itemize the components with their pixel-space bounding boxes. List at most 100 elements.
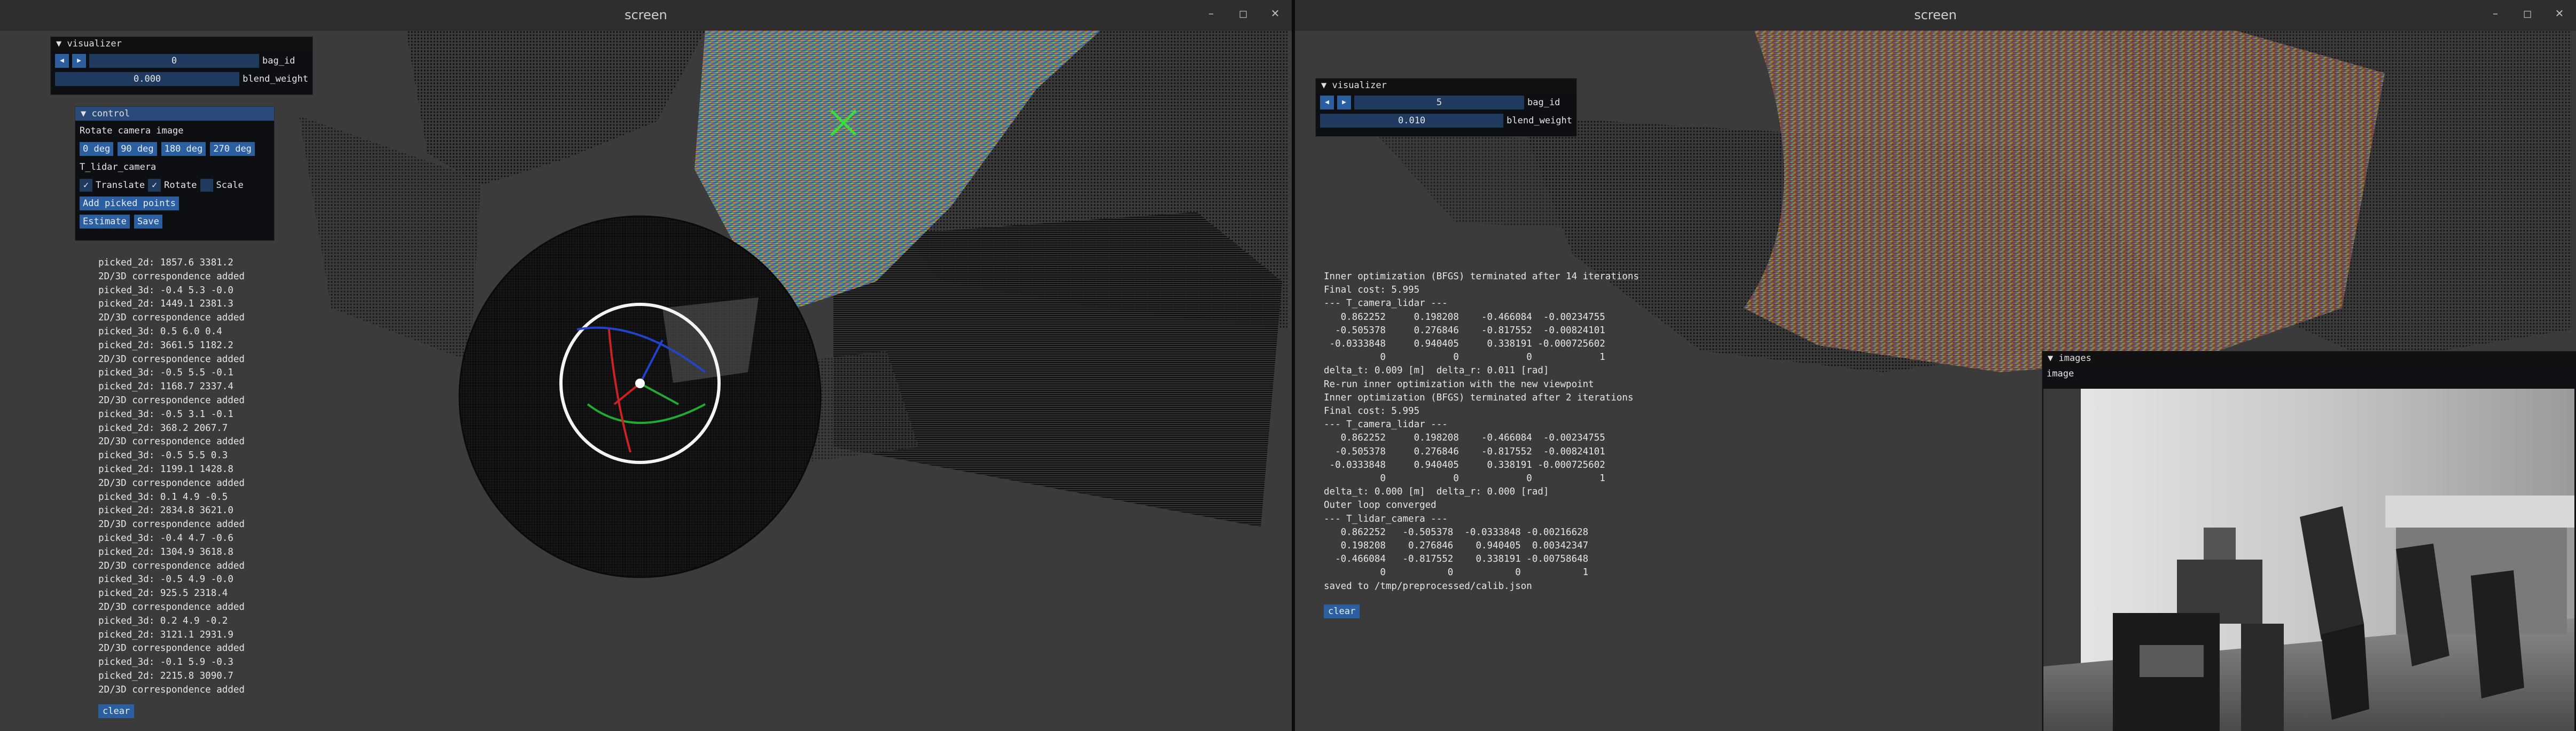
log-line: 0.198208 0.276846 0.940405 0.00342347 bbox=[1324, 540, 1589, 552]
log-line: picked_3d: -0.1 5.9 -0.3 bbox=[98, 657, 233, 668]
rotation-sphere-gizmo bbox=[458, 215, 822, 578]
log-line: 2D/3D correspondence added bbox=[98, 436, 245, 447]
scale-label: Scale bbox=[216, 180, 244, 191]
rotate-270-button[interactable]: 270 deg bbox=[210, 142, 255, 156]
log-line: --- T_camera_lidar --- bbox=[1324, 298, 1448, 309]
log-line: picked_2d: 1857.6 3381.2 bbox=[98, 257, 233, 268]
log-line: picked_3d: -0.5 3.1 -0.1 bbox=[98, 408, 233, 420]
log-line: 0.862252 -0.505378 -0.0333848 -0.0021662… bbox=[1324, 526, 1589, 538]
save-button[interactable]: Save bbox=[134, 215, 162, 229]
log-line: Inner optimization (BFGS) terminated aft… bbox=[1324, 392, 1634, 403]
log-line: picked_3d: -0.4 4.7 -0.6 bbox=[98, 532, 233, 544]
rotate-0-button[interactable]: 0 deg bbox=[80, 142, 114, 156]
window-title: screen bbox=[625, 7, 667, 22]
visualizer-panel: ▼ visualizer ◀ ▶ 0 bag_id 0.000 blend_we… bbox=[50, 36, 313, 95]
log-line: Final cost: 5.995 bbox=[1324, 285, 1420, 296]
log-line: picked_3d: 0.5 6.0 0.4 bbox=[98, 326, 222, 337]
close-button[interactable]: ✕ bbox=[1268, 5, 1282, 21]
right-clear-button[interactable]: clear bbox=[1324, 604, 1360, 618]
estimate-button[interactable]: Estimate bbox=[80, 215, 130, 229]
log-line: Final cost: 5.995 bbox=[1324, 406, 1420, 417]
log-line: 2D/3D correspondence added bbox=[98, 477, 245, 489]
bag-id-input[interactable]: 5 bbox=[1354, 96, 1524, 109]
images-panel: ▼ images image bbox=[2042, 351, 2576, 731]
log-line: -0.466084 -0.817552 0.338191 -0.00758648 bbox=[1324, 554, 1589, 565]
blend-weight-label: blend_weight bbox=[243, 74, 308, 84]
translate-label: Translate bbox=[96, 180, 145, 191]
bag-increment-button[interactable]: ▶ bbox=[72, 54, 86, 68]
log-line: picked_2d: 1199.1 1428.8 bbox=[98, 463, 233, 475]
log-line: picked_2d: 1449.1 2381.3 bbox=[98, 298, 233, 310]
rotate-90-button[interactable]: 90 deg bbox=[118, 142, 157, 156]
rotate-180-button[interactable]: 180 deg bbox=[161, 142, 206, 156]
log-line: 0 0 0 1 bbox=[1324, 473, 1605, 484]
log-line: -0.505378 0.276846 -0.817552 -0.00824101 bbox=[1324, 325, 1605, 336]
log-line: 2D/3D correspondence added bbox=[98, 353, 245, 365]
bag-decrement-button[interactable]: ◀ bbox=[55, 54, 69, 68]
right-title-bar[interactable]: screen – ◻ ✕ bbox=[1295, 0, 2576, 30]
minimize-button[interactable]: – bbox=[2488, 5, 2502, 21]
close-button[interactable]: ✕ bbox=[2552, 5, 2566, 21]
control-panel: ▼ control Rotate camera image 0 deg 90 d… bbox=[75, 106, 275, 241]
log-line: Outer loop converged bbox=[1324, 500, 1437, 511]
right-console-log: Inner optimization (BFGS) terminated aft… bbox=[1324, 270, 1639, 593]
log-line: 0.862252 0.198208 -0.466084 -0.00234755 bbox=[1324, 433, 1605, 444]
log-line: Inner optimization (BFGS) terminated aft… bbox=[1324, 271, 1640, 282]
minimize-button[interactable]: – bbox=[1204, 5, 1218, 21]
rotate-check-label: Rotate bbox=[164, 180, 197, 191]
log-line: picked_3d: -0.5 4.9 -0.0 bbox=[98, 574, 233, 585]
left-clear-button[interactable]: clear bbox=[98, 704, 135, 718]
visualizer-panel-header[interactable]: ▼ visualizer bbox=[51, 37, 313, 51]
left-title-bar[interactable]: screen – ◻ ✕ bbox=[0, 0, 1292, 30]
log-line: 2D/3D correspondence added bbox=[98, 643, 245, 654]
log-line: 2D/3D correspondence added bbox=[98, 271, 245, 282]
blend-weight-label: blend_weight bbox=[1506, 115, 1572, 126]
translate-checkbox[interactable]: ✓ bbox=[80, 179, 92, 192]
blend-weight-input[interactable]: 0.010 bbox=[1320, 114, 1504, 128]
window-title: screen bbox=[1914, 7, 1957, 22]
log-line: 0 0 0 1 bbox=[1324, 352, 1605, 363]
image-label: image bbox=[2047, 368, 2074, 379]
bag-id-input[interactable]: 0 bbox=[89, 54, 259, 68]
log-line: picked_2d: 368.2 2067.7 bbox=[98, 422, 228, 434]
left-window: screen – ◻ ✕ ▼ visualizer ◀ ▶ 0 bag_id 0… bbox=[0, 0, 1292, 731]
log-line: --- T_camera_lidar --- bbox=[1324, 419, 1448, 430]
log-line: picked_3d: -0.4 5.3 -0.0 bbox=[98, 285, 233, 296]
log-line: picked_3d: 0.1 4.9 -0.5 bbox=[98, 491, 228, 502]
log-line: delta_t: 0.009 [m] delta_r: 0.011 [rad] bbox=[1324, 365, 1549, 376]
scale-checkbox[interactable] bbox=[200, 179, 213, 192]
camera-image[interactable] bbox=[2043, 389, 2574, 731]
log-line: picked_3d: -0.5 5.5 -0.1 bbox=[98, 367, 233, 379]
rotate-checkbox[interactable]: ✓ bbox=[148, 179, 161, 192]
bag-id-label: bag_id bbox=[262, 56, 295, 66]
log-line: 2D/3D correspondence added bbox=[98, 312, 245, 324]
log-line: picked_2d: 1304.9 3618.8 bbox=[98, 546, 233, 557]
log-line: -0.0333848 0.940405 0.338191 -0.00072560… bbox=[1324, 339, 1605, 350]
control-panel-header[interactable]: ▼ control bbox=[75, 107, 274, 121]
log-line: delta_t: 0.000 [m] delta_r: 0.000 [rad] bbox=[1324, 486, 1549, 498]
visualizer-panel: ▼ visualizer ◀ ▶ 5 bag_id 0.010 blend_we… bbox=[1315, 78, 1577, 137]
log-line: 2D/3D correspondence added bbox=[98, 395, 245, 406]
visualizer-panel-header[interactable]: ▼ visualizer bbox=[1316, 78, 1576, 92]
maximize-button[interactable]: ◻ bbox=[1236, 5, 1250, 21]
images-panel-header[interactable]: ▼ images bbox=[2042, 351, 2576, 365]
bag-id-label: bag_id bbox=[1527, 97, 1560, 108]
log-line: picked_2d: 2834.8 3621.0 bbox=[98, 505, 233, 516]
log-line: 2D/3D correspondence added bbox=[98, 519, 245, 530]
log-line: 0.862252 0.198208 -0.466084 -0.00234755 bbox=[1324, 311, 1605, 323]
log-line: -0.505378 0.276846 -0.817552 -0.00824101 bbox=[1324, 446, 1605, 457]
log-line: picked_2d: 3661.5 1182.2 bbox=[98, 340, 233, 351]
log-line: picked_2d: 2215.8 3090.7 bbox=[98, 670, 233, 681]
bag-increment-button[interactable]: ▶ bbox=[1337, 96, 1351, 109]
log-line: picked_2d: 3121.1 2931.9 bbox=[98, 629, 233, 640]
log-line: 2D/3D correspondence added bbox=[98, 684, 245, 695]
maximize-button[interactable]: ◻ bbox=[2520, 5, 2534, 21]
rotate-camera-label: Rotate camera image bbox=[80, 125, 184, 136]
left-console-log: picked_2d: 1857.6 3381.2 2D/3D correspond… bbox=[98, 256, 245, 697]
bag-decrement-button[interactable]: ◀ bbox=[1320, 96, 1334, 109]
right-window: screen – ◻ ✕ ▼ visualizer ◀ ▶ 5 bag_id 0… bbox=[1295, 0, 2576, 731]
add-picked-points-button[interactable]: Add picked points bbox=[80, 196, 179, 210]
log-line: saved to /tmp/preprocessed/calib.json bbox=[1324, 580, 1532, 592]
log-line: 0 0 0 1 bbox=[1324, 567, 1589, 578]
blend-weight-input[interactable]: 0.000 bbox=[55, 72, 240, 86]
